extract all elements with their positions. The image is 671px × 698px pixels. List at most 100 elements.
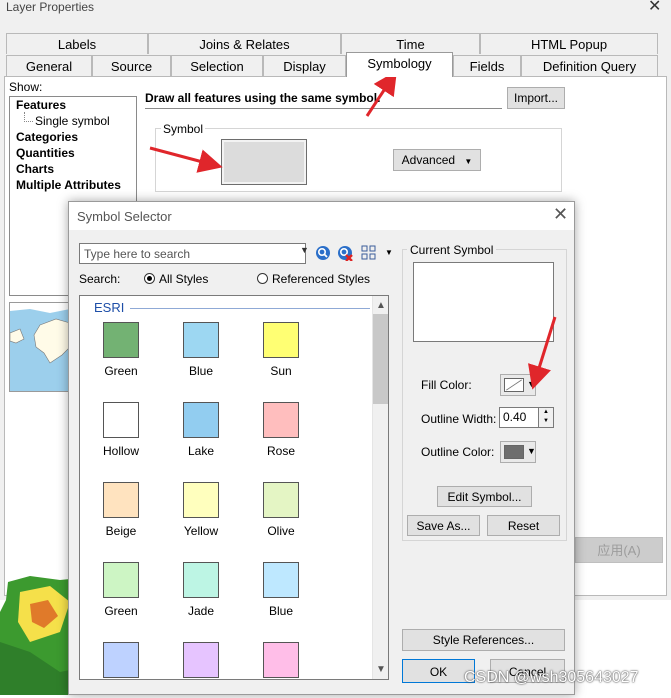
symbol-swatch — [103, 482, 139, 518]
symbol-item[interactable]: Yellow — [166, 482, 236, 538]
tab-selection[interactable]: Selection — [171, 55, 263, 76]
search-icon[interactable] — [315, 245, 331, 261]
current-symbol-label: Current Symbol — [407, 243, 497, 257]
symbol-swatch — [263, 402, 299, 438]
tree-item-single-symbol[interactable]: Single symbol — [35, 114, 110, 128]
chevron-down-icon[interactable]: ▼ — [539, 417, 553, 426]
radio-referenced-styles-label[interactable]: Referenced Styles — [272, 272, 370, 286]
radio-all-styles[interactable] — [144, 273, 155, 284]
tree-item-categories[interactable]: Categories — [16, 130, 78, 144]
symbol-swatch — [103, 322, 139, 358]
symbol-swatch — [183, 482, 219, 518]
symbol-item[interactable]: Olive — [246, 482, 316, 538]
renderer-description: Draw all features using the same symbol. — [145, 88, 502, 109]
scrollbar-thumb[interactable] — [373, 314, 388, 404]
close-icon[interactable]: ✕ — [553, 204, 568, 225]
symbol-label: Lake — [187, 444, 215, 458]
style-references-button[interactable]: Style References... — [402, 629, 565, 651]
watermark: CSDN @wsh305643027 — [464, 669, 639, 686]
dialog-title: Symbol Selector — [77, 209, 172, 224]
current-symbol-preview — [413, 262, 554, 342]
symbol-group-box — [155, 128, 562, 192]
symbol-swatch-button[interactable] — [221, 139, 307, 185]
symbol-item[interactable]: Rose — [246, 402, 316, 458]
tab-definition-query[interactable]: Definition Query — [521, 55, 658, 76]
tree-item-features[interactable]: Features — [16, 98, 66, 112]
outline-color-button[interactable]: ▼ — [500, 441, 536, 463]
symbol-item[interactable] — [246, 642, 316, 679]
symbol-item[interactable]: Blue — [166, 322, 236, 378]
symbol-item[interactable]: Jade — [166, 562, 236, 618]
tab-html-popup[interactable]: HTML Popup — [480, 33, 658, 54]
chevron-down-icon: ▼ — [527, 446, 536, 456]
symbol-label: Blue — [188, 364, 214, 378]
show-label: Show: — [9, 80, 43, 94]
radio-referenced-styles[interactable] — [257, 273, 268, 284]
symbol-item[interactable]: Lake — [166, 402, 236, 458]
radio-all-styles-label[interactable]: All Styles — [159, 272, 208, 286]
chevron-down-icon: ▼ — [527, 379, 536, 389]
edit-symbol-button[interactable]: Edit Symbol... — [437, 486, 532, 507]
tab-time[interactable]: Time — [341, 33, 480, 54]
symbol-item[interactable]: Beige — [86, 482, 156, 538]
advanced-label: Advanced — [401, 153, 456, 167]
symbol-group-label: Symbol — [161, 122, 206, 136]
symbol-item[interactable]: Hollow — [86, 402, 156, 458]
save-as-button[interactable]: Save As... — [407, 515, 480, 536]
tab-labels[interactable]: Labels — [6, 33, 148, 54]
tab-fields[interactable]: Fields — [453, 55, 521, 76]
apply-button[interactable]: 应用(A) — [575, 537, 663, 563]
outline-color-swatch — [504, 445, 524, 459]
reset-button[interactable]: Reset — [487, 515, 560, 536]
search-input[interactable] — [80, 244, 293, 263]
symbol-item[interactable] — [166, 642, 236, 679]
search-combobox[interactable]: ▼ — [79, 243, 309, 264]
symbol-label: Olive — [267, 524, 295, 538]
tab-source[interactable]: Source — [92, 55, 171, 76]
symbol-label: Beige — [105, 524, 137, 538]
symbol-item[interactable]: Green — [86, 322, 156, 378]
symbol-swatch — [103, 642, 139, 678]
chevron-up-icon[interactable]: ▲ — [539, 408, 553, 417]
scroll-down-icon[interactable]: ▼ — [376, 664, 386, 675]
tree-item-charts[interactable]: Charts — [16, 162, 54, 176]
symbol-label: Hollow — [102, 444, 139, 458]
symbol-item[interactable]: Blue — [246, 562, 316, 618]
tree-item-multiple-attributes[interactable]: Multiple Attributes — [16, 178, 121, 192]
outline-color-label: Outline Color: — [421, 445, 495, 459]
tab-general[interactable]: General — [6, 55, 92, 76]
symbol-swatch — [103, 402, 139, 438]
symbol-swatch — [263, 322, 299, 358]
symbol-swatch — [183, 642, 219, 678]
tab-display[interactable]: Display — [263, 55, 346, 76]
symbol-label: Blue — [268, 604, 294, 618]
symbol-swatch — [183, 322, 219, 358]
map-preview-image — [9, 302, 71, 392]
symbol-swatch — [263, 482, 299, 518]
no-color-icon — [504, 378, 524, 392]
clear-search-icon[interactable] — [337, 245, 353, 261]
symbol-label: Green — [104, 364, 138, 378]
symbol-swatch — [263, 562, 299, 598]
symbol-item[interactable]: Sun — [246, 322, 316, 378]
style-group-header: ESRI — [94, 300, 125, 315]
tab-symbology[interactable]: Symbology — [346, 52, 453, 77]
view-options-icon[interactable] — [361, 245, 377, 261]
tab-joins-relates[interactable]: Joins & Relates — [148, 33, 341, 54]
chevron-down-icon[interactable]: ▼ — [300, 245, 309, 255]
symbol-item[interactable]: Green — [86, 562, 156, 618]
outline-width-input[interactable]: 0.40 — [499, 407, 539, 428]
outline-width-stepper[interactable]: ▲ ▼ — [538, 407, 554, 428]
chevron-down-icon[interactable]: ▼ — [385, 248, 393, 257]
symbol-swatch — [183, 562, 219, 598]
divider — [130, 308, 370, 309]
scroll-up-icon[interactable]: ▲ — [376, 300, 386, 311]
symbol-label: Sun — [270, 364, 292, 378]
close-icon[interactable]: ✕ — [648, 0, 661, 16]
fill-color-button[interactable]: ▼ — [500, 374, 536, 396]
symbol-item[interactable] — [86, 642, 156, 679]
import-button[interactable]: Import... — [507, 87, 565, 109]
tree-item-quantities[interactable]: Quantities — [16, 146, 75, 160]
symbol-gallery: ESRI Green Blue Sun Hollow Lake Rose Beige Yell… — [79, 295, 389, 680]
advanced-button[interactable]: Advanced ▼ — [393, 149, 481, 171]
